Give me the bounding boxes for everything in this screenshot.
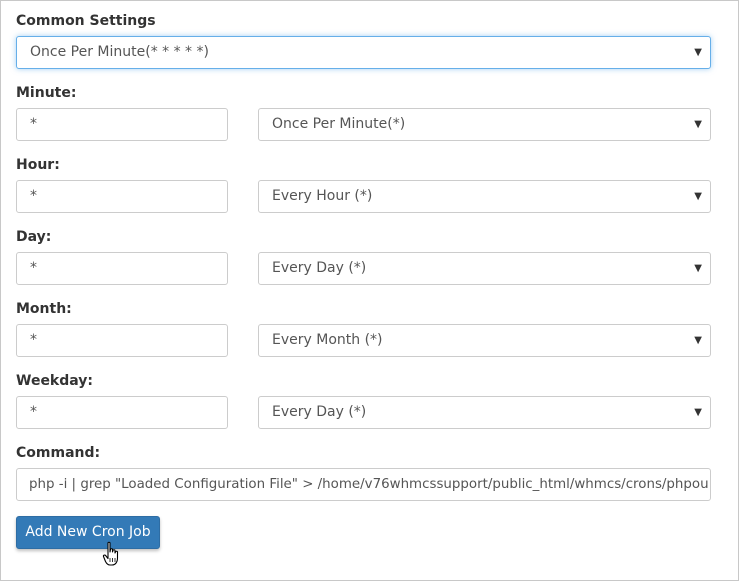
minute-input[interactable]: * [16,108,228,141]
minute-input-value: * [30,116,37,132]
chevron-down-icon: ▼ [694,191,702,202]
hour-label: Hour: [16,157,60,173]
weekday-select-value: Every Day (*) [272,404,367,420]
weekday-label: Weekday: [16,373,94,389]
hour-select[interactable]: Every Hour (*) ▼ [258,180,711,213]
day-input-value: * [30,260,37,276]
add-new-cron-job-label: Add New Cron Job [25,524,151,540]
month-select[interactable]: Every Month (*) ▼ [258,324,711,357]
day-input[interactable]: * [16,252,228,285]
month-input[interactable]: * [16,324,228,357]
command-label: Command: [16,445,101,461]
month-input-value: * [30,332,37,348]
chevron-down-icon: ▼ [694,47,702,58]
day-select[interactable]: Every Day (*) ▼ [258,252,711,285]
hour-select-value: Every Hour (*) [272,188,373,204]
hand-pointer-icon [102,541,119,566]
weekday-input[interactable]: * [16,396,228,429]
weekday-input-value: * [30,404,37,420]
minute-label: Minute: [16,85,77,101]
common-settings-select[interactable]: Once Per Minute(* * * * *) ▼ [16,36,711,69]
chevron-down-icon: ▼ [694,119,702,130]
common-settings-label: Common Settings [16,13,156,29]
cron-job-form: Common Settings Once Per Minute(* * * * … [0,0,739,581]
command-input[interactable]: php -i | grep "Loaded Configuration File… [16,468,711,501]
month-label: Month: [16,301,72,317]
add-new-cron-job-button[interactable]: Add New Cron Job [16,516,160,549]
minute-select-value: Once Per Minute(*) [272,116,406,132]
weekday-select[interactable]: Every Day (*) ▼ [258,396,711,429]
common-settings-value: Once Per Minute(* * * * *) [30,44,209,60]
chevron-down-icon: ▼ [694,407,702,418]
day-label: Day: [16,229,52,245]
chevron-down-icon: ▼ [694,335,702,346]
minute-select[interactable]: Once Per Minute(*) ▼ [258,108,711,141]
day-select-value: Every Day (*) [272,260,367,276]
hour-input[interactable]: * [16,180,228,213]
chevron-down-icon: ▼ [694,263,702,274]
hour-input-value: * [30,188,37,204]
command-input-value: php -i | grep "Loaded Configuration File… [29,477,709,492]
month-select-value: Every Month (*) [272,332,383,348]
